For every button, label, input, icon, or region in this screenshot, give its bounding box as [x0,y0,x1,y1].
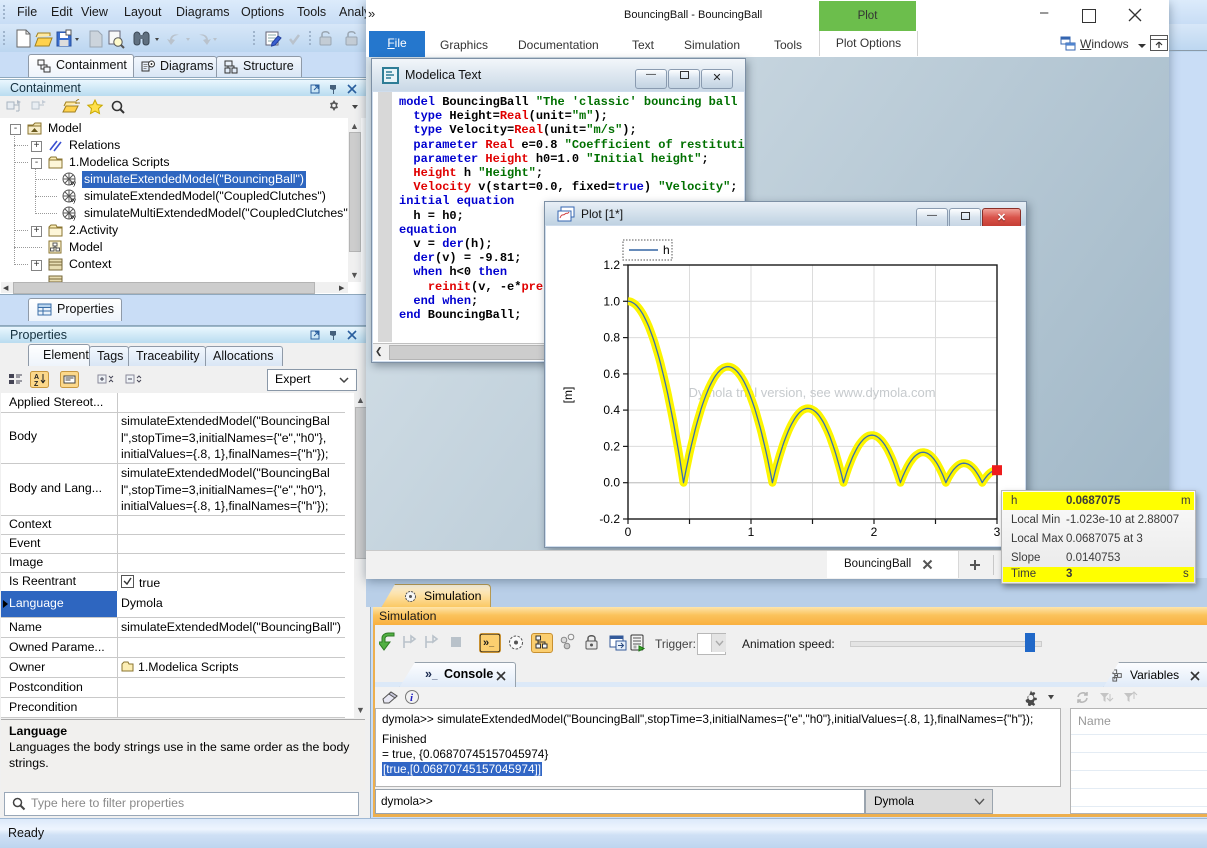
svg-text:Dymola trial version, see www.: Dymola trial version, see www.dymola.com [688,385,935,400]
svg-text:0: 0 [625,525,632,539]
svg-text:A: A [34,374,39,381]
svg-text:0.2: 0.2 [603,439,620,453]
svg-text:3: 3 [994,525,1001,539]
svg-text:1.0: 1.0 [603,294,620,308]
svg-text:0.4: 0.4 [603,403,620,417]
svg-text:[m]: [m] [561,387,575,404]
svg-text:i: i [410,692,414,704]
svg-text:h: h [663,243,670,257]
svg-text:0.6: 0.6 [603,367,620,381]
svg-text:0.8: 0.8 [603,331,620,345]
svg-text:-0.2: -0.2 [599,512,620,526]
svg-text:»_: »_ [483,637,495,649]
svg-text:Z: Z [34,381,39,388]
svg-text:0.0: 0.0 [603,476,620,490]
svg-text:1.2: 1.2 [603,258,620,272]
svg-text:2: 2 [871,525,878,539]
svg-text:1: 1 [748,525,755,539]
